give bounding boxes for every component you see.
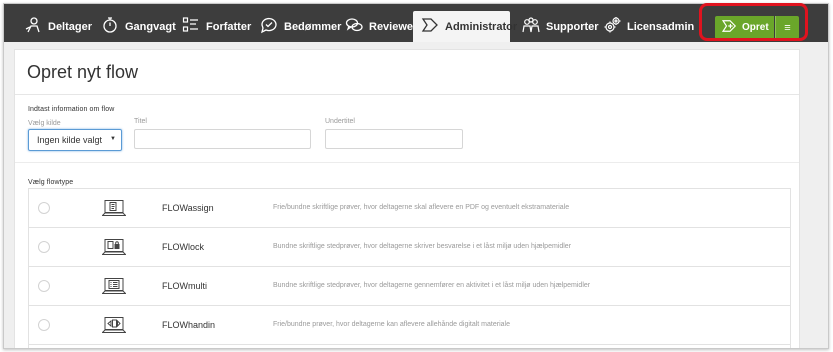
nav-item-label: Administrator [445,20,518,33]
caret-down-icon: ▼ [110,136,116,142]
flowtype-row-flowlock[interactable]: FLOWlock Bundne skriftlige stedprøver, h… [29,228,790,267]
divider [15,162,799,163]
nav-item-administrator[interactable]: Administrator [413,11,517,42]
flowtype-radio[interactable] [38,280,50,292]
divider [15,94,799,95]
flowtype-description: Frie/bundne prøver, hvor deltagerne kan … [273,321,510,328]
highlight-annotation [699,3,808,41]
flowtype-radio[interactable] [38,202,50,214]
nav-item-label: Reviewer [369,20,418,33]
nav-item-bedommer[interactable]: Bedømmer [252,11,349,42]
source-select-value: Ingen kilde valgt [37,135,103,145]
flowtype-radio[interactable] [38,319,50,331]
group-icon [522,16,540,37]
nav-item-label: Deltager [48,20,93,33]
flowtype-row-flowassign[interactable]: FLOWassign Frie/bundne skriftlige prøver… [29,189,790,228]
info-section-label: Indtast information om flow [28,106,115,113]
main-content: Opret nyt flow Indtast information om fl… [14,49,800,348]
flowtype-description: Bundne skriftlige stedprøver, hvor delta… [273,243,572,250]
nav-item-label: Supporter [546,20,599,33]
laptop-lock-icon [101,238,127,256]
flowtype-name: FLOWmulti [162,281,207,291]
flowtype-name: FLOWassign [162,203,214,213]
title-input[interactable] [134,129,311,149]
flowtype-name: FLOWlock [162,242,205,252]
nav-item-label: Gangvagt [125,20,176,33]
speech-bubble-check-icon [260,16,278,37]
nav-item-licensadmin[interactable]: Licensadmin [595,11,702,42]
laptop-handin-icon [101,316,127,334]
flowtype-row-flowhandin[interactable]: FLOWhandin Frie/bundne prøver, hvor delt… [29,306,790,345]
nav-item-supporter[interactable]: Supporter [514,11,607,42]
source-label: Vælg kilde [28,120,61,127]
flowtype-list: FLOWassign Frie/bundne skriftlige prøver… [28,188,791,348]
flowtype-row-flowmulti[interactable]: FLOWmulti Bundne skriftlige stedprøver, … [29,267,790,306]
participant-icon [24,16,42,37]
gears-icon [603,16,621,37]
nav-item-label: Forfatter [206,20,252,33]
nav-item-forfatter[interactable]: Forfatter [174,11,259,42]
flowtype-description: Frie/bundne skriftlige prøver, hvor delt… [273,204,570,211]
flow-arrow-icon [421,16,439,37]
flowtype-description: Bundne skriftlige stedprøver, hvor delta… [273,282,591,289]
page-title: Opret nyt flow [27,62,139,82]
app-window: Deltager Gangvagt Forfatter Bedømmer Rev… [3,3,829,349]
subtitle-input[interactable] [325,129,463,149]
laptop-list-icon [101,277,127,295]
flowtype-radio[interactable] [38,241,50,253]
nav-item-gangvagt[interactable]: Gangvagt [93,11,184,42]
nav-item-deltager[interactable]: Deltager [16,11,100,42]
speech-bubbles-icon [345,16,363,37]
flowtype-name: FLOWhandin [162,320,216,330]
flowtype-label: Vælg flowtype [28,179,74,186]
checklist-icon [182,16,200,37]
nav-item-label: Bedømmer [284,20,342,33]
title-label: Titel [134,118,147,125]
nav-item-label: Licensadmin [627,20,695,33]
subtitle-label: Undertitel [325,118,355,125]
stopwatch-icon [101,16,119,37]
laptop-document-icon [101,199,127,217]
source-select[interactable]: Ingen kilde valgt ▼ [28,129,122,151]
